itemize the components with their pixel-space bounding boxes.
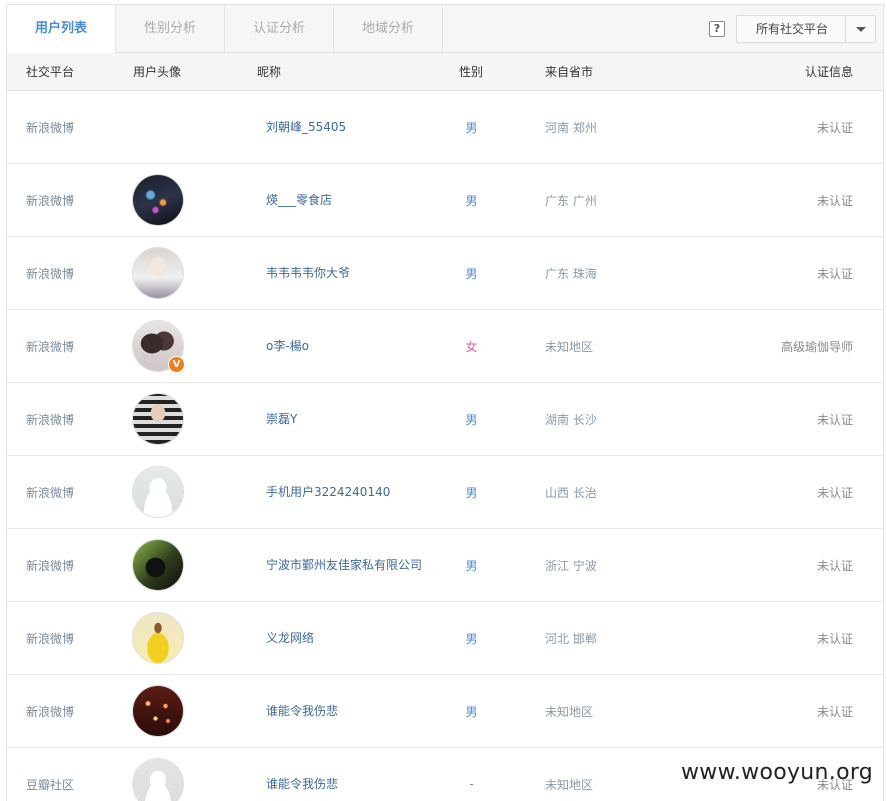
avatar[interactable] bbox=[132, 758, 184, 801]
platform-cell: 新浪微博 bbox=[26, 412, 75, 427]
region-cell: 广东 广州 bbox=[545, 193, 597, 208]
platform-cell: 新浪微博 bbox=[26, 631, 75, 646]
table-row[interactable]: 新浪微博 义龙网络 男 河北 邯郸 未认证 bbox=[7, 602, 883, 675]
table-row[interactable]: 新浪微博 手机用户3224240140 男 山西 长治 未认证 bbox=[7, 456, 883, 529]
platform-cell: 新浪微博 bbox=[26, 339, 75, 354]
region-cell: 未知地区 bbox=[545, 777, 594, 792]
region-cell: 广东 珠海 bbox=[545, 266, 597, 281]
platform-cell: 新浪微博 bbox=[26, 266, 75, 281]
gender-cell: 男 bbox=[465, 485, 478, 500]
avatar-cell bbox=[132, 383, 184, 455]
tab-user-list[interactable]: 用户列表 bbox=[7, 5, 116, 54]
nickname-link[interactable]: 谁能令我伤悲 bbox=[266, 675, 426, 747]
verify-cell: 未认证 bbox=[816, 704, 853, 719]
nickname-link[interactable]: o李-楊o bbox=[266, 310, 426, 382]
gender-cell: 男 bbox=[465, 120, 478, 135]
gender-cell: 女 bbox=[465, 339, 478, 354]
table-row[interactable]: 新浪微博 刘朝峰_55405 男 河南 郑州 未认证 bbox=[7, 91, 883, 164]
platform-cell: 新浪微博 bbox=[26, 485, 75, 500]
avatar-cell bbox=[132, 602, 184, 674]
chevron-down-icon[interactable] bbox=[845, 16, 875, 42]
platform-cell: 新浪微博 bbox=[26, 193, 75, 208]
avatar[interactable] bbox=[132, 174, 184, 226]
table-row[interactable]: 新浪微博 崇磊Y 男 湖南 长沙 未认证 bbox=[7, 383, 883, 456]
nickname-link[interactable]: 义龙网络 bbox=[266, 602, 426, 674]
verify-cell: 未认证 bbox=[816, 193, 853, 208]
verify-cell: 未认证 bbox=[816, 631, 853, 646]
nickname-link[interactable]: 刘朝峰_55405 bbox=[266, 91, 426, 163]
gender-cell: 男 bbox=[465, 412, 478, 427]
gender-cell: 男 bbox=[465, 558, 478, 573]
column-header-nickname: 昵称 bbox=[257, 65, 282, 79]
gender-cell: 男 bbox=[465, 266, 478, 281]
watermark: www.wooyun.org bbox=[681, 760, 874, 785]
region-cell: 山西 长治 bbox=[545, 485, 597, 500]
gender-cell: 男 bbox=[465, 193, 478, 208]
column-header-region: 来自省市 bbox=[545, 65, 594, 79]
column-header-verify: 认证信息 bbox=[804, 65, 853, 79]
verify-cell: 未认证 bbox=[816, 558, 853, 573]
region-cell: 湖南 长沙 bbox=[545, 412, 597, 427]
platform-select[interactable]: 所有社交平台 bbox=[736, 15, 876, 43]
nickname-link[interactable]: 手机用户3224240140 bbox=[266, 456, 426, 528]
avatar[interactable] bbox=[132, 685, 184, 737]
verify-cell: 高级瑜伽导师 bbox=[780, 339, 853, 354]
region-cell: 河北 邯郸 bbox=[545, 631, 597, 646]
avatar[interactable] bbox=[132, 466, 184, 518]
platform-cell: 豆瓣社区 bbox=[26, 777, 75, 792]
avatar[interactable] bbox=[132, 393, 184, 445]
avatar-cell bbox=[132, 675, 184, 747]
platform-cell: 新浪微博 bbox=[26, 704, 75, 719]
platform-select-value: 所有社交平台 bbox=[755, 22, 828, 36]
avatar-cell bbox=[132, 237, 184, 309]
table-row[interactable]: 新浪微博 韦韦韦韦你大爷 男 广东 珠海 未认证 bbox=[7, 237, 883, 310]
region-cell: 河南 郑州 bbox=[545, 120, 597, 135]
table-row[interactable]: 新浪微博 Vo李-楊o 女 未知地区 高级瑜伽导师 bbox=[7, 310, 883, 383]
avatar-cell bbox=[132, 529, 184, 601]
column-header-platform: 社交平台 bbox=[26, 65, 75, 79]
avatar-cell bbox=[132, 164, 184, 236]
region-cell: 未知地区 bbox=[545, 339, 594, 354]
region-cell: 未知地区 bbox=[545, 704, 594, 719]
tab-verify-analysis[interactable]: 认证分析 bbox=[225, 5, 334, 53]
gender-cell: 男 bbox=[465, 631, 478, 646]
platform-cell: 新浪微博 bbox=[26, 120, 75, 135]
region-cell: 浙江 宁波 bbox=[545, 558, 597, 573]
avatar[interactable] bbox=[132, 612, 184, 664]
avatar-cell: V bbox=[132, 310, 185, 382]
table-row[interactable]: 新浪微博 煐___零食店 男 广东 广州 未认证 bbox=[7, 164, 883, 237]
table-row[interactable]: 新浪微博 谁能令我伤悲 男 未知地区 未认证 bbox=[7, 675, 883, 748]
user-analysis-panel: 用户列表 性别分析 认证分析 地域分析 ? 所有社交平台 社交平台 用户头像 昵… bbox=[6, 4, 884, 801]
column-header-gender: 性别 bbox=[459, 65, 484, 79]
avatar[interactable]: V bbox=[132, 320, 185, 373]
help-icon[interactable]: ? bbox=[709, 21, 725, 37]
table-body: 新浪微博 刘朝峰_55405 男河南 郑州 未认证 新浪微博 煐___零食店男广东 广州未… bbox=[7, 91, 883, 801]
gender-cell: 男 bbox=[465, 704, 478, 719]
nickname-link[interactable]: 韦韦韦韦你大爷 bbox=[266, 237, 426, 309]
table-header: 社交平台 用户头像 昵称 性别 来自省市 认证信息 bbox=[7, 53, 883, 91]
gender-cell: - bbox=[469, 777, 474, 791]
verify-cell: 未认证 bbox=[816, 485, 853, 500]
avatar[interactable] bbox=[132, 539, 184, 591]
column-header-avatar: 用户头像 bbox=[133, 65, 182, 79]
nickname-link[interactable]: 煐___零食店 bbox=[266, 164, 426, 236]
verify-cell: 未认证 bbox=[816, 266, 853, 281]
tab-region-analysis[interactable]: 地域分析 bbox=[334, 5, 443, 53]
nickname-link[interactable]: 宁波市鄞州友佳家私有限公司 bbox=[266, 529, 426, 601]
avatar-cell bbox=[132, 748, 184, 801]
table-row[interactable]: 新浪微博 宁波市鄞州友佳家私有限公司 男 浙江 宁波 未认证 bbox=[7, 529, 883, 602]
tab-gender-analysis[interactable]: 性别分析 bbox=[116, 5, 225, 53]
verified-v-icon: V bbox=[168, 356, 185, 373]
verify-cell: 未认证 bbox=[816, 120, 853, 135]
platform-cell: 新浪微博 bbox=[26, 558, 75, 573]
avatar[interactable] bbox=[132, 247, 184, 299]
avatar-cell bbox=[132, 456, 184, 528]
verify-cell: 未认证 bbox=[816, 412, 853, 427]
nickname-link[interactable]: 谁能令我伤悲 bbox=[266, 748, 426, 801]
tab-bar: 用户列表 性别分析 认证分析 地域分析 ? 所有社交平台 bbox=[7, 5, 883, 54]
nickname-link[interactable]: 崇磊Y bbox=[266, 383, 426, 455]
